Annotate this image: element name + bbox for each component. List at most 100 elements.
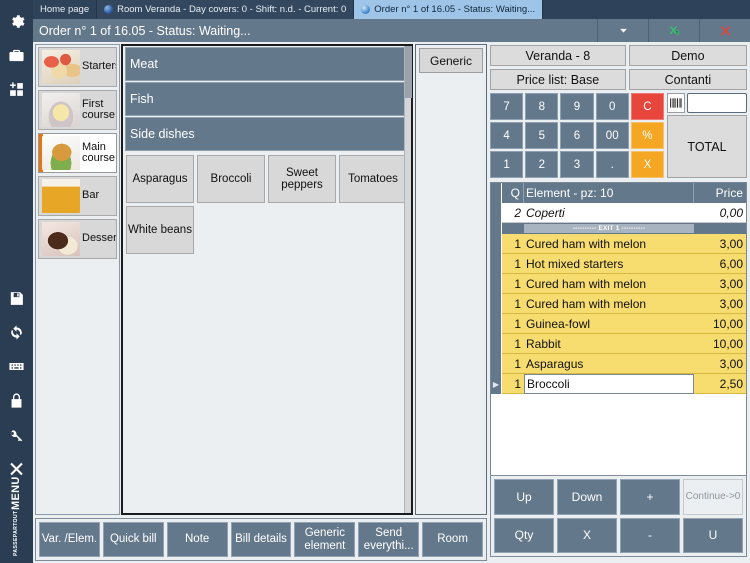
row-price: 6,00 <box>694 254 746 274</box>
key-4[interactable]: 4 <box>490 122 524 149</box>
room-button[interactable]: Room <box>422 522 484 557</box>
row-price: 10,00 <box>694 314 746 334</box>
table-row[interactable]: 1 Hot mixed starters 6,00 <box>491 254 746 274</box>
key-7[interactable]: 7 <box>490 93 524 120</box>
add-grid-icon[interactable] <box>0 72 33 106</box>
category-bar[interactable]: Bar <box>38 176 117 216</box>
menu-scrollbar-thumb[interactable] <box>405 46 412 98</box>
gear-icon[interactable] <box>0 4 33 38</box>
quick-bill-button[interactable]: Quick bill <box>102 522 164 557</box>
table-row[interactable]: 1 Guinea-fowl 10,00 <box>491 314 746 334</box>
main-course-thumbnail <box>42 136 80 170</box>
down-button[interactable]: Down <box>557 479 617 515</box>
brand-logo-area: PASSEPARTOUT MENU <box>0 476 33 563</box>
table-row[interactable]: 2 Coperti 0,00 <box>491 203 746 223</box>
row-marker <box>491 223 502 234</box>
menu-scrollbar[interactable] <box>404 46 412 513</box>
key-percent[interactable]: % <box>630 122 664 149</box>
operator-button[interactable]: Demo <box>628 45 747 66</box>
u-button[interactable]: U <box>683 517 743 553</box>
lock-icon[interactable] <box>0 383 33 417</box>
group-meat[interactable]: Meat <box>125 47 409 81</box>
tab-home-page[interactable]: Home page <box>33 0 98 19</box>
table-info-row: Veranda - 8 Demo <box>487 45 750 66</box>
key-decimal[interactable]: . <box>595 151 629 178</box>
price-list-button[interactable]: Price list: Base <box>490 69 626 90</box>
table-row-selected[interactable]: ▶ 1 Broccoli 2,50 <box>491 374 746 394</box>
category-first-course[interactable]: First course <box>38 90 117 130</box>
table-button[interactable]: Veranda - 8 <box>490 45 626 66</box>
key-5[interactable]: 5 <box>525 122 559 149</box>
chevron-down-icon[interactable] <box>597 19 648 42</box>
table-row[interactable]: 1 Cured ham with melon 3,00 <box>491 274 746 294</box>
brand-text: PASSEPARTOUT MENU <box>10 476 22 556</box>
key-6[interactable]: 6 <box>560 122 594 149</box>
row-marker <box>491 294 502 314</box>
table-row[interactable]: 1 Cured ham with melon 3,00 <box>491 234 746 254</box>
delete-x-button[interactable]: X <box>557 517 617 553</box>
item-tomatoes[interactable]: Tomatoes <box>339 155 407 203</box>
barcode-input[interactable] <box>687 93 747 113</box>
key-multiply[interactable]: X <box>630 151 664 178</box>
key-9[interactable]: 9 <box>560 93 594 120</box>
row-price: 0,00 <box>694 203 746 223</box>
row-marker <box>491 234 502 254</box>
payment-method-button[interactable]: Contanti <box>628 69 747 90</box>
first-course-thumbnail <box>42 93 80 127</box>
table-row[interactable]: 1 Cured ham with melon 3,00 <box>491 294 746 314</box>
tab-room-veranda[interactable]: Room Veranda - Day covers: 0 - Shift: n.… <box>97 0 355 19</box>
grid-empty-area <box>491 394 746 477</box>
order-items-grid[interactable]: Q Element - pz: 10 Price 2 Coperti 0,00 … <box>490 182 747 478</box>
generic-element-button[interactable]: Generic element <box>294 522 356 557</box>
key-2[interactable]: 2 <box>525 151 559 178</box>
save-icon[interactable] <box>0 281 33 315</box>
row-price: 10,00 <box>694 334 746 354</box>
header-element: Element - pz: 10 <box>524 183 694 203</box>
key-3[interactable]: 3 <box>560 151 594 178</box>
key-double-zero[interactable]: 00 <box>595 122 629 149</box>
close-icon[interactable] <box>699 19 750 42</box>
category-main-course[interactable]: Main course <box>38 133 117 173</box>
desserts-thumbnail <box>42 222 80 256</box>
row-marker <box>491 274 502 294</box>
category-desserts[interactable]: Desserts <box>38 219 117 259</box>
bill-details-button[interactable]: Bill details <box>230 522 292 557</box>
key-8[interactable]: 8 <box>525 93 559 120</box>
row-qty: 1 <box>502 234 524 254</box>
table-row[interactable]: 1 Asparagus 3,00 <box>491 354 746 374</box>
minus-button[interactable]: - <box>620 517 680 553</box>
tab-order-1[interactable]: Order n° 1 of 16.05 - Status: Waiting... <box>354 0 544 19</box>
item-white-beans[interactable]: White beans <box>126 206 194 254</box>
plus-button[interactable]: + <box>620 479 680 515</box>
briefcase-icon[interactable] <box>0 38 33 72</box>
group-side-dishes[interactable]: Side dishes <box>125 117 409 151</box>
refresh-icon[interactable] <box>0 315 33 349</box>
bar-thumbnail <box>42 179 80 213</box>
generic-button[interactable]: Generic <box>419 48 483 73</box>
key-icon[interactable] <box>0 417 33 451</box>
tab-label: Order n° 1 of 16.05 - Status: Waiting... <box>374 4 536 15</box>
keyboard-icon[interactable] <box>0 349 33 383</box>
item-asparagus[interactable]: Asparagus <box>126 155 194 203</box>
key-clear[interactable]: C <box>630 93 664 120</box>
item-broccoli[interactable]: Broccoli <box>197 155 265 203</box>
row-qty: 1 <box>502 254 524 274</box>
row-price: 2,50 <box>694 374 746 394</box>
var-elem-button[interactable]: Var. /Elem. <box>39 522 100 557</box>
qty-button[interactable]: Qty <box>494 517 554 553</box>
key-1[interactable]: 1 <box>490 151 524 178</box>
group-fish[interactable]: Fish <box>125 82 409 116</box>
table-row[interactable]: 1 Rabbit 10,00 <box>491 334 746 354</box>
send-everything-button[interactable]: Send everythi... <box>358 522 420 557</box>
key-0[interactable]: 0 <box>595 93 629 120</box>
category-label: Starters <box>82 61 116 73</box>
total-button[interactable]: TOTAL <box>667 115 747 178</box>
export-excel-icon[interactable] <box>648 19 699 42</box>
category-starters[interactable]: Starters <box>38 47 117 87</box>
note-button[interactable]: Note <box>166 522 228 557</box>
row-qty: 2 <box>502 203 524 223</box>
up-button[interactable]: Up <box>494 479 554 515</box>
barcode-icon[interactable] <box>667 93 685 113</box>
window-tab-strip: Home page Room Veranda - Day covers: 0 -… <box>33 0 750 19</box>
item-sweet-peppers[interactable]: Sweet peppers <box>268 155 336 203</box>
